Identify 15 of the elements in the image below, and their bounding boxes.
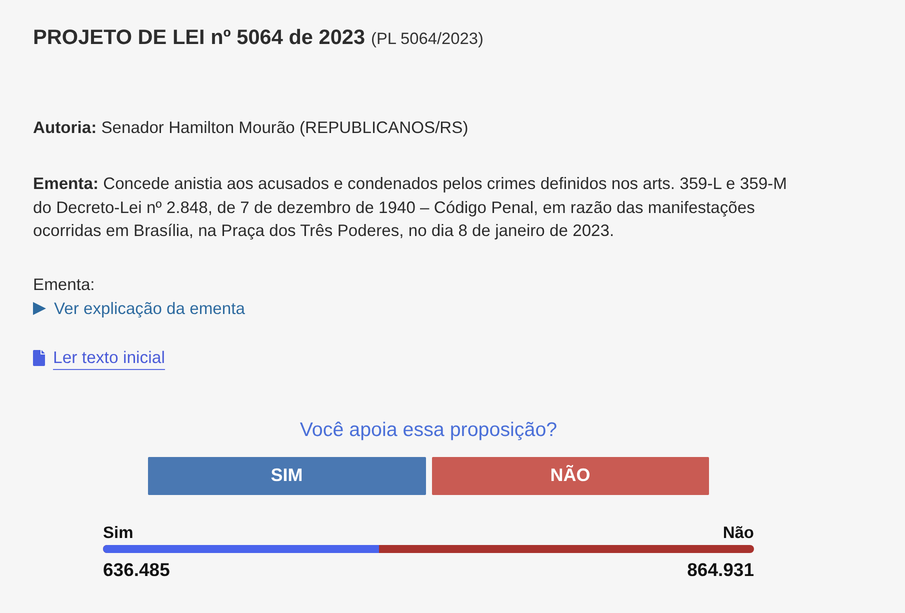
explanation-label: Ementa: bbox=[33, 274, 95, 296]
bill-code: (PL 5064/2023) bbox=[371, 29, 484, 50]
summary-paragraph: Ementa: Concede anistia aos acusados e condenados pelos crimes definidos nos arts. 359-L e 359-M do Decreto-Lei nº 2.848, de 7 de dezembro de 1940 – Código Penal, em razão das manifestações ocorridas em Brasília, na Praça dos Três Poderes, no dia 8 de janeiro de 2023. bbox=[33, 173, 788, 242]
authorship-text: Autoria: Senador Hamilton Mourão (REPUBLICANOS/RS) bbox=[33, 117, 470, 139]
explanation-link[interactable]: Ver explicação da ementa bbox=[54, 296, 245, 320]
yes-label: Sim bbox=[103, 522, 134, 542]
document-icon bbox=[33, 350, 45, 366]
yes-vote-button[interactable]: SIM bbox=[148, 456, 426, 494]
no-vote-button[interactable]: NÃO bbox=[432, 456, 709, 494]
poll-question: Você apoia essa proposição? bbox=[300, 418, 558, 442]
yes-count: 636.485 bbox=[103, 560, 170, 580]
no-count: 864.931 bbox=[687, 560, 754, 580]
initial-text-link[interactable]: Ler texto inicial bbox=[53, 346, 165, 370]
bill-title: PROJETO DE LEI nº 5064 de 2023 bbox=[33, 26, 366, 50]
no-label: Não bbox=[722, 522, 754, 542]
